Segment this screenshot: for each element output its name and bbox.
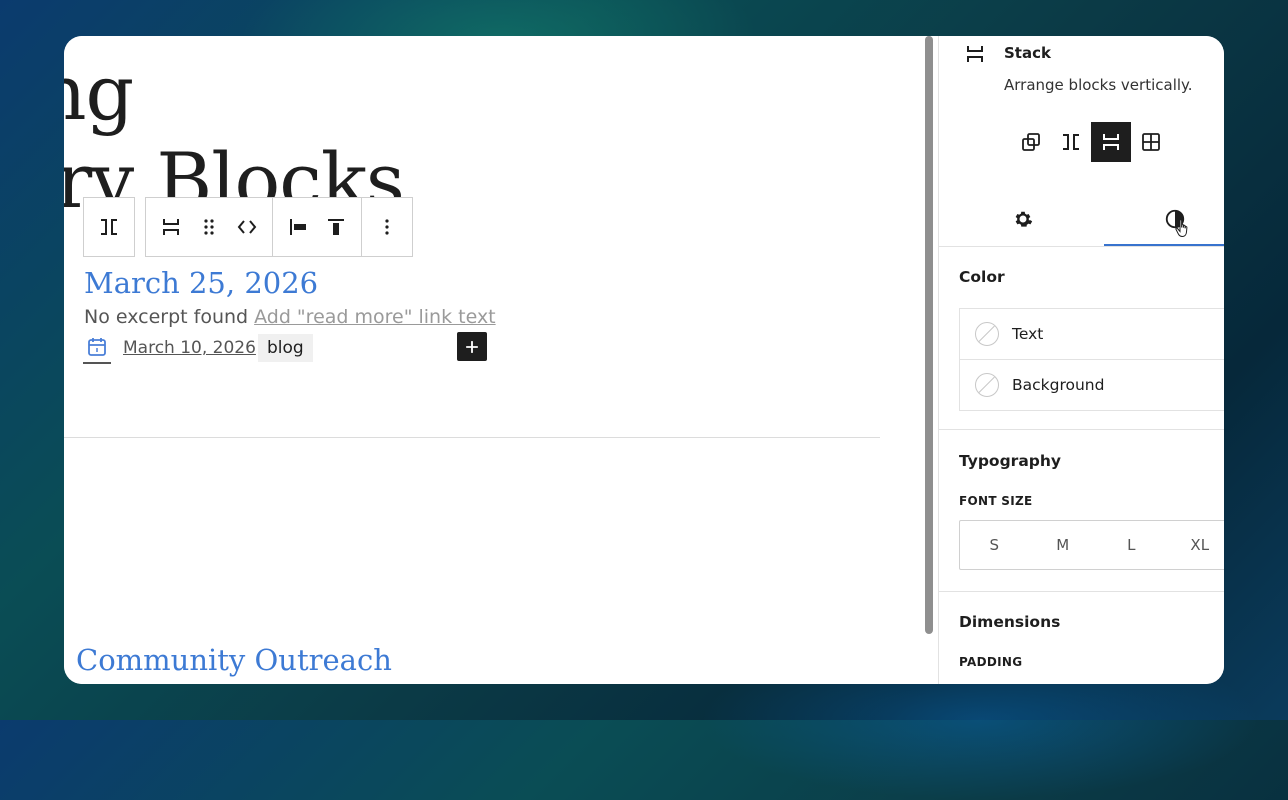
text-color-label: Text — [1012, 325, 1044, 343]
typography-section-title[interactable]: Typography — [959, 452, 1061, 470]
font-size-picker: S M L XL — [959, 520, 1224, 570]
row-icon[interactable] — [90, 198, 128, 256]
block-name: Stack — [1004, 44, 1051, 62]
align-top-icon[interactable] — [317, 198, 355, 256]
tab-settings[interactable] — [963, 192, 1083, 246]
block-inspector-sidebar: Stack Arrange blocks vertically. Color T… — [938, 36, 1224, 684]
color-panel: Text Background — [959, 308, 1224, 411]
text-color-item[interactable]: Text — [960, 309, 1224, 359]
toolbar-group-block-type — [83, 197, 135, 257]
dimensions-section-title[interactable]: Dimensions — [959, 613, 1060, 631]
post-meta: March 10, 2026 blog — [83, 332, 313, 364]
block-toolbar — [83, 197, 413, 257]
toolbar-group-main — [145, 197, 413, 257]
calendar-icon[interactable] — [83, 332, 111, 364]
background-color-item[interactable]: Background — [960, 359, 1224, 410]
stack-variation-button[interactable] — [1091, 122, 1131, 162]
block-variations — [1011, 122, 1171, 162]
stack-block-icon — [963, 42, 987, 68]
row-variation-button[interactable] — [1051, 122, 1091, 162]
section-divider — [939, 591, 1224, 592]
no-color-swatch-icon — [975, 322, 999, 346]
font-size-option-m[interactable]: M — [1029, 536, 1098, 554]
post-title[interactable]: Community Outreach — [76, 643, 392, 677]
gear-icon — [1015, 211, 1033, 227]
stack-icon[interactable] — [152, 198, 190, 256]
active-tab-indicator — [1104, 244, 1224, 246]
padding-label: PADDING — [959, 655, 1023, 669]
font-size-option-xl[interactable]: XL — [1166, 536, 1225, 554]
plus-icon — [466, 340, 478, 353]
font-size-option-l[interactable]: L — [1097, 536, 1166, 554]
add-block-button[interactable] — [457, 332, 487, 361]
font-size-label: FONT SIZE — [959, 494, 1033, 508]
drag-handle-icon[interactable] — [190, 198, 228, 256]
canvas-scrollbar-thumb[interactable] — [925, 36, 933, 634]
post-date-title[interactable]: March 25, 2026 — [84, 266, 318, 300]
group-icon — [1022, 133, 1040, 151]
grid-variation-button[interactable] — [1131, 122, 1171, 162]
block-description: Arrange blocks vertically. — [1004, 76, 1193, 94]
more-vertical-icon[interactable] — [368, 198, 406, 256]
hand-cursor-icon — [1175, 219, 1188, 238]
section-divider — [939, 429, 1224, 430]
font-size-option-s[interactable]: S — [960, 536, 1029, 554]
post-tag[interactable]: blog — [257, 334, 313, 362]
background-color-label: Background — [1012, 376, 1105, 394]
group-variation-button[interactable] — [1011, 122, 1051, 162]
stack-icon — [1103, 134, 1119, 150]
post-separator — [64, 437, 880, 438]
color-section-title[interactable]: Color — [959, 268, 1005, 286]
editor-canvas[interactable]: nizing uery Blocks — [64, 36, 924, 684]
post-heading-line-1[interactable]: nizing — [64, 48, 134, 137]
no-color-swatch-icon — [975, 373, 999, 397]
move-arrows-icon[interactable] — [228, 198, 266, 256]
excerpt-text: No excerpt found — [84, 306, 249, 328]
post-excerpt: No excerpt found Add "read more" link tex… — [84, 306, 496, 328]
post-date[interactable]: March 10, 2026 — [123, 338, 256, 358]
row-icon — [1063, 134, 1079, 150]
read-more-link-input[interactable]: Add "read more" link text — [254, 306, 496, 328]
grid-icon — [1142, 133, 1160, 151]
justify-left-icon[interactable] — [279, 198, 317, 256]
editor-window: nizing uery Blocks — [64, 36, 1224, 684]
